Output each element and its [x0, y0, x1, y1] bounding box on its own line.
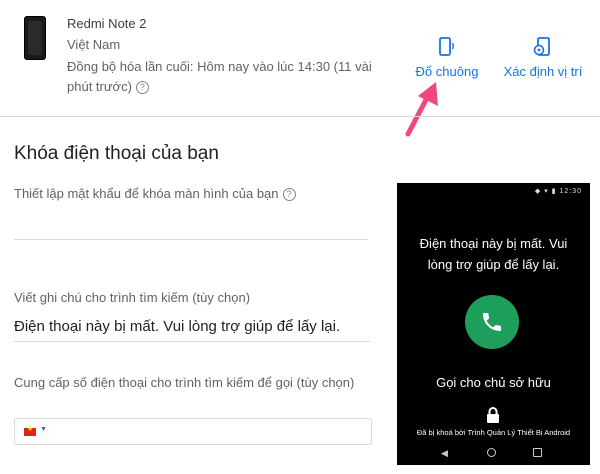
home-icon [487, 448, 496, 457]
password-help-icon[interactable]: ? [282, 188, 296, 202]
last-sync-info: Đồng bộ hóa lần cuối: Hôm nay vào lúc 14… [67, 57, 397, 97]
phone-ring-icon [439, 37, 454, 56]
call-owner-button[interactable] [465, 295, 519, 349]
status-bar: ◆ ▾ ▮ 12:30 [534, 188, 582, 195]
device-name: Redmi Note 2 [67, 16, 147, 31]
locate-device-icon [533, 37, 550, 56]
lock-screen-preview: ◆ ▾ ▮ 12:30 Điện thoại này bị mất. Vui l… [397, 183, 590, 465]
lock-icon [487, 407, 499, 423]
note-input[interactable]: Điện thoại này bị mất. Vui lòng trợ giúp… [14, 318, 370, 342]
help-icon[interactable]: ? [135, 81, 149, 95]
header-divider [0, 116, 600, 117]
locate-label: Xác định vị trí [503, 64, 583, 79]
phone-call-icon [483, 313, 501, 331]
country-dropdown-icon[interactable]: ▼ [40, 426, 47, 433]
password-label: Thiết lập mật khẩu để khóa màn hình của … [14, 186, 296, 202]
lock-phone-title: Khóa điện thoại của bạn [14, 143, 219, 164]
recent-apps-icon [533, 448, 542, 457]
lost-phone-message: Điện thoại này bị mất. Vui lòng trợ giúp… [419, 236, 568, 272]
call-owner-label: Gọi cho chủ sở hữu [436, 375, 551, 390]
ring-button[interactable]: Đổ chuông [412, 36, 482, 79]
password-input[interactable] [14, 206, 368, 240]
locked-by-text: Đã bị khoá bởi Trình Quản Lý Thiết Bị An… [416, 428, 571, 437]
last-sync-text: Đồng bộ hóa lần cuối: Hôm nay vào lúc 14… [67, 59, 372, 94]
status-time: 12:30 [559, 188, 582, 195]
ring-label: Đổ chuông [415, 64, 479, 79]
vietnam-flag-icon[interactable] [24, 425, 36, 436]
android-nav-bar: ◀ [397, 445, 590, 463]
phone-number-label: Cung cấp số điện thoại cho trình tìm kiế… [14, 375, 355, 390]
phone-number-field[interactable]: ▼ [14, 418, 372, 445]
device-country: Việt Nam [67, 37, 121, 52]
password-label-text: Thiết lập mật khẩu để khóa màn hình của … [14, 186, 279, 201]
annotation-arrow [405, 82, 438, 137]
device-thumbnail [24, 16, 46, 60]
locate-button[interactable]: Xác định vị trí [500, 36, 586, 79]
note-label: Viết ghi chú cho trình tìm kiếm (tùy chọ… [14, 290, 251, 305]
back-icon: ◀ [441, 448, 448, 458]
